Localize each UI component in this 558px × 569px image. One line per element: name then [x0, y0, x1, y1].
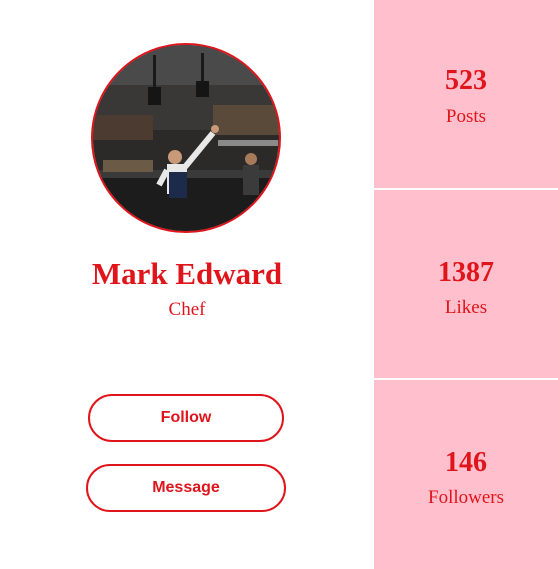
- stat-posts: 523 Posts: [374, 0, 558, 188]
- profile-card: Mark Edward Chef Follow Message: [0, 0, 374, 569]
- stat-likes-value: 1387: [438, 257, 494, 288]
- profile-name: Mark Edward: [91, 256, 283, 291]
- stat-followers-label: Followers: [428, 487, 504, 508]
- stat-likes: 1387 Likes: [374, 190, 558, 378]
- avatar: [91, 43, 281, 233]
- stat-followers: 146 Followers: [374, 380, 558, 569]
- stats-panel: 523 Posts 1387 Likes 146 Followers: [374, 0, 558, 569]
- follow-button[interactable]: Follow: [88, 394, 284, 442]
- avatar-photo: [93, 45, 279, 231]
- stat-followers-value: 146: [445, 447, 487, 478]
- stat-posts-value: 523: [445, 65, 487, 96]
- message-button[interactable]: Message: [86, 464, 286, 512]
- stat-posts-label: Posts: [445, 106, 487, 127]
- stat-likes-label: Likes: [444, 297, 488, 318]
- profile-role: Chef: [168, 299, 206, 320]
